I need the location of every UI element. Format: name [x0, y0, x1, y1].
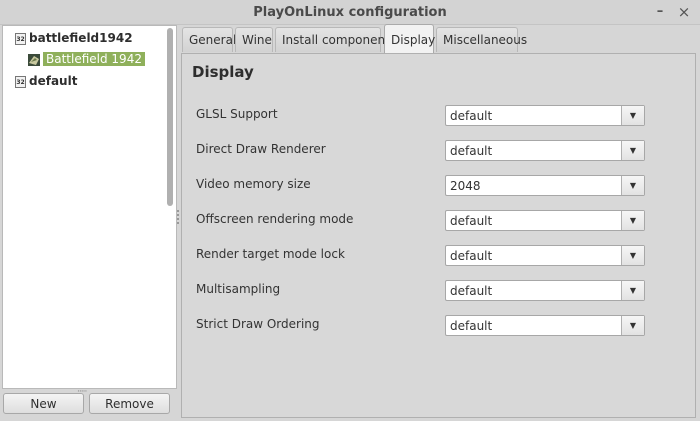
chevron-down-icon: ▼	[621, 211, 644, 230]
multisampling-select[interactable]: default ▼	[445, 280, 645, 301]
title-bar: PlayOnLinux configuration – ×	[0, 0, 700, 25]
video-memory-size-select[interactable]: 2048 ▼	[445, 175, 645, 196]
new-button[interactable]: New	[3, 393, 84, 414]
chevron-down-icon: ▼	[621, 141, 644, 160]
tree-item-battlefield1942[interactable]: 32 battlefield1942	[15, 29, 133, 47]
select-value: 2048	[450, 179, 481, 193]
tree-item-label: default	[29, 74, 78, 88]
tree-item-default[interactable]: 32 default	[15, 72, 77, 90]
game-icon	[28, 53, 40, 66]
panel-title: Display	[192, 63, 254, 81]
minimize-button[interactable]: –	[652, 4, 668, 20]
prefix-tree[interactable]: 32 battlefield1942 Battlefield 1942 32 def…	[2, 25, 177, 389]
window-title: PlayOnLinux configuration	[253, 5, 447, 20]
select-value: default	[450, 109, 493, 123]
display-panel: Display GLSL Support default ▼ Direct Dr…	[181, 53, 696, 418]
video-memory-size-label: Video memory size	[196, 177, 311, 191]
splitter-handle[interactable]	[176, 208, 180, 226]
select-value: default	[450, 284, 493, 298]
tree-item-label-selected: Battlefield 1942	[43, 52, 145, 66]
chevron-down-icon: ▼	[621, 176, 644, 195]
direct-draw-renderer-select[interactable]: default ▼	[445, 140, 645, 161]
tree-scrollbar[interactable]	[167, 28, 173, 206]
chevron-down-icon: ▼	[621, 246, 644, 265]
glsl-support-select[interactable]: default ▼	[445, 105, 645, 126]
strict-draw-ordering-select[interactable]: default ▼	[445, 315, 645, 336]
render-target-mode-lock-select[interactable]: default ▼	[445, 245, 645, 266]
close-button[interactable]: ×	[676, 4, 692, 20]
tree-item-battlefield-1942-game[interactable]: Battlefield 1942	[27, 50, 145, 68]
offscreen-rendering-mode-select[interactable]: default ▼	[445, 210, 645, 231]
tab-general[interactable]: General	[182, 27, 236, 52]
select-value: default	[450, 214, 493, 228]
tab-install-components[interactable]: Install components	[275, 27, 396, 52]
tree-item-label: battlefield1942	[29, 31, 133, 45]
tab-wine[interactable]: Wine	[235, 27, 273, 52]
remove-button[interactable]: Remove	[89, 393, 170, 414]
chevron-down-icon: ▼	[621, 106, 644, 125]
wine-32bit-icon: 32	[15, 32, 26, 45]
chevron-down-icon: ▼	[621, 281, 644, 300]
select-value: default	[450, 144, 493, 158]
wine-32bit-icon: 32	[15, 75, 26, 88]
strict-draw-ordering-label: Strict Draw Ordering	[196, 317, 320, 331]
chevron-down-icon: ▼	[621, 316, 644, 335]
direct-draw-renderer-label: Direct Draw Renderer	[196, 142, 326, 156]
tab-miscellaneous[interactable]: Miscellaneous	[436, 27, 527, 52]
select-value: default	[450, 249, 493, 263]
tab-display[interactable]: Display	[384, 24, 435, 53]
glsl-support-label: GLSL Support	[196, 107, 278, 121]
config-window: PlayOnLinux configuration – × 32 battlefi…	[0, 0, 700, 421]
select-value: default	[450, 319, 493, 333]
offscreen-rendering-mode-label: Offscreen rendering mode	[196, 212, 354, 226]
multisampling-label: Multisampling	[196, 282, 281, 296]
render-target-mode-lock-label: Render target mode lock	[196, 247, 345, 261]
